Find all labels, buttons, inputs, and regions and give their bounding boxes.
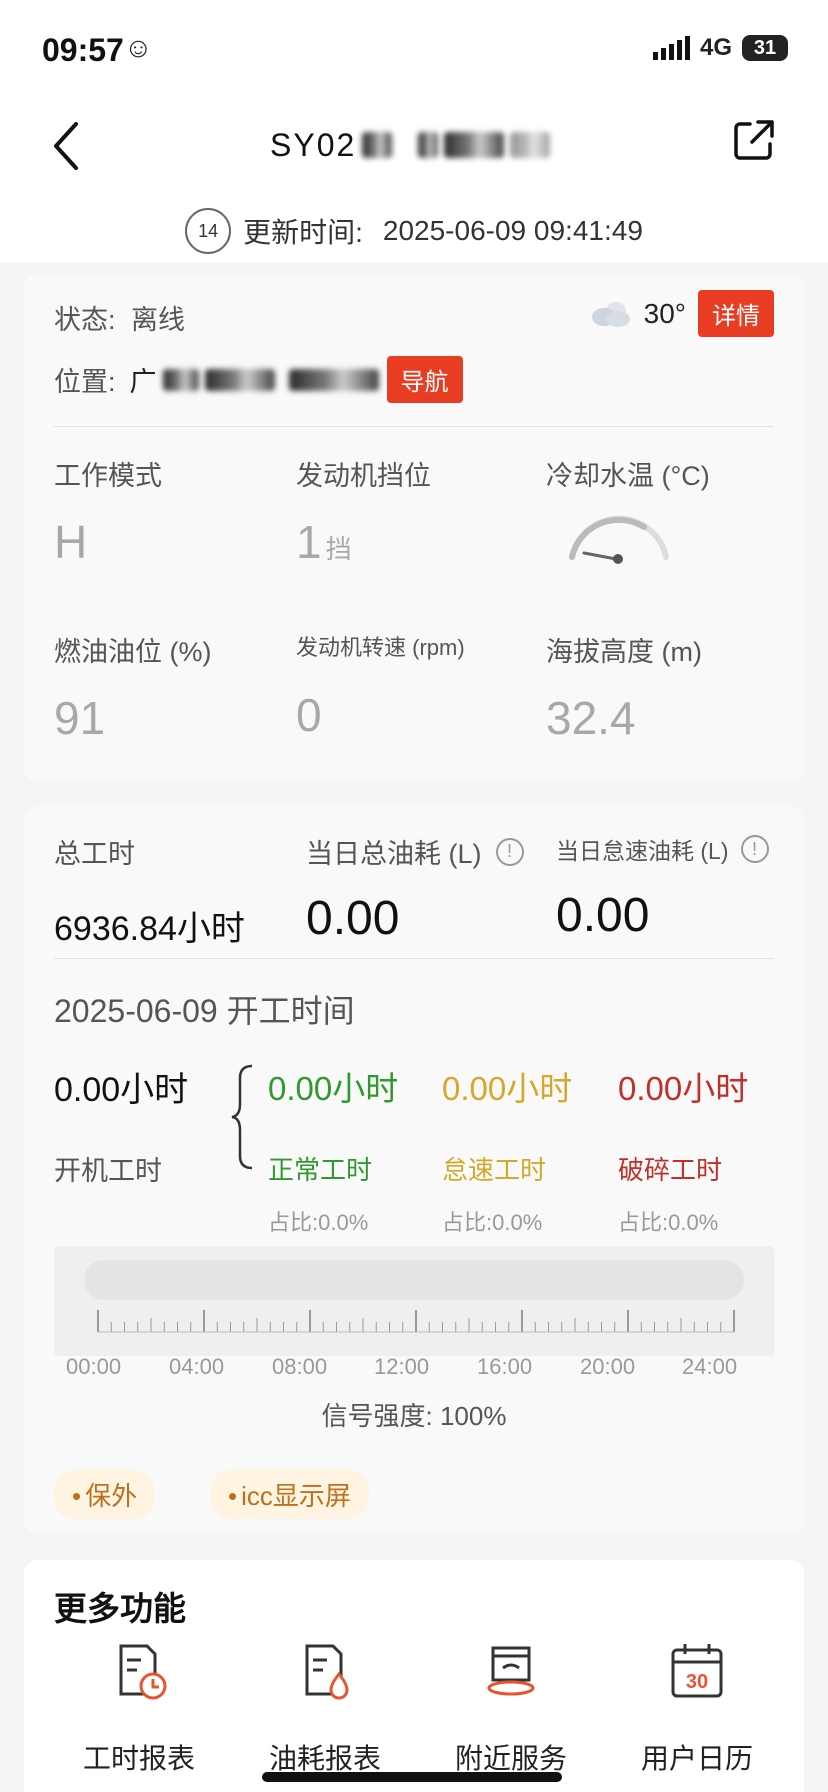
engine-rpm-metric: 发动机转速 (rpm) 0 [296, 635, 465, 741]
cloud-icon [591, 301, 630, 327]
fuel-report-icon [305, 1644, 349, 1700]
status-bar: 09:57 ☺ 4G 31 [0, 0, 828, 100]
redacted-block [162, 368, 199, 391]
redacted-block [444, 132, 505, 158]
normal-hours: 0.00小时 正常工时 占比:0.0% [268, 1070, 399, 1235]
timeline-chart [54, 1246, 774, 1356]
temperature-gauge-icon [569, 515, 669, 564]
home-indicator [262, 1772, 562, 1782]
page-title: SY02 [270, 120, 551, 170]
share-icon[interactable] [732, 118, 776, 162]
calendar-day: 30 [686, 1671, 708, 1693]
tag-warranty: 保外 [54, 1470, 156, 1519]
weather-temp: 30° [643, 297, 686, 329]
more-functions-card: 更多功能 工时报表 油耗报表 附近服务 30 用户日历 [24, 1560, 804, 1792]
redacted-block [204, 368, 275, 391]
redacted-block [418, 132, 439, 158]
worktime-date-title: 2025-06-09 开工时间 [54, 993, 355, 1029]
user-calendar-button[interactable]: 30 用户日历 [622, 1640, 772, 1777]
coolant-temp-metric: 冷却水温 (°C) [546, 454, 710, 570]
device-status-card: 状态: 离线 30° 详情 位置: 广 导航 工作模式 H 发动机挡位 1挡 冷… [24, 274, 804, 782]
nav-header: SY02 [0, 100, 828, 200]
work-hours-card: 总工时 6936.84小时 当日总油耗 (L) ! 0.00 当日怠速油耗 (L… [24, 806, 804, 1534]
status-row: 状态: 离线 [54, 305, 186, 335]
info-icon[interactable]: ! [740, 835, 769, 863]
calendar-icon: 30 [671, 1644, 723, 1698]
status-icons: 4G 31 [652, 34, 788, 62]
network-label: 4G [699, 34, 732, 61]
daily-idle-fuel: 当日怠速油耗 (L) ! 0.00 [556, 832, 769, 943]
timeline-ticks [97, 1310, 735, 1333]
redacted-block [362, 132, 393, 158]
nearby-service-button[interactable]: 附近服务 [436, 1640, 586, 1777]
gear-metric: 发动机挡位 1挡 [296, 461, 431, 568]
status-value: 离线 [131, 305, 186, 335]
timeline-bar [84, 1260, 744, 1300]
work-hours-report-icon [119, 1644, 167, 1700]
smiley-icon: ☺ [124, 32, 153, 63]
update-label: 更新时间: [243, 217, 363, 248]
breaker-hours: 0.00小时 破碎工时 占比:0.0% [618, 1070, 749, 1235]
work-mode-metric: 工作模式 H [54, 461, 162, 568]
battery-icon: 31 [742, 35, 788, 61]
signal-strength: 信号强度: 100% [321, 1401, 507, 1431]
location-row: 位置: 广 导航 [54, 356, 463, 403]
signal-icon [652, 36, 690, 60]
divider [54, 958, 774, 959]
fuel-level-metric: 燃油油位 (%) 91 [54, 637, 212, 744]
info-icon[interactable]: ! [495, 837, 524, 866]
location-value: 广 [129, 367, 157, 397]
timeline-labels: 00:00 04:00 08:00 12:00 16:00 20:00 24:0… [66, 1354, 738, 1379]
daily-fuel-total: 当日总油耗 (L) ! 0.00 [306, 832, 524, 946]
redacted-block [288, 368, 379, 391]
fuel-report-button[interactable]: 油耗报表 [250, 1640, 400, 1777]
brace-icon [231, 1064, 253, 1170]
divider [54, 426, 774, 427]
tag-icc-display: icc显示屏 [210, 1470, 369, 1519]
altitude-metric: 海拔高度 (m) 32.4 [546, 637, 702, 744]
work-hours-report-button[interactable]: 工时报表 [64, 1640, 214, 1777]
detail-button[interactable]: 详情 [698, 290, 774, 337]
back-arrow-icon[interactable] [46, 116, 86, 176]
run-hours: 0.00小时 开机工时 [54, 1071, 189, 1186]
idle-hours: 0.00小时 怠速工时 占比:0.0% [442, 1070, 573, 1235]
update-time-row: 14 更新时间: 2025-06-09 09:41:49 [0, 200, 828, 262]
total-hours: 总工时 6936.84小时 [54, 839, 245, 948]
weather-row: 30° 详情 [588, 290, 774, 337]
nearby-service-icon [487, 1646, 535, 1696]
section-title: 更多功能 [54, 1590, 186, 1627]
update-value: 2025-06-09 09:41:49 [382, 215, 643, 246]
navigate-button[interactable]: 导航 [386, 356, 463, 403]
clock: 09:57 [42, 32, 124, 68]
redacted-block [510, 132, 551, 158]
refresh-countdown-icon[interactable]: 14 [185, 208, 232, 254]
device-id: SY02 [270, 126, 357, 163]
